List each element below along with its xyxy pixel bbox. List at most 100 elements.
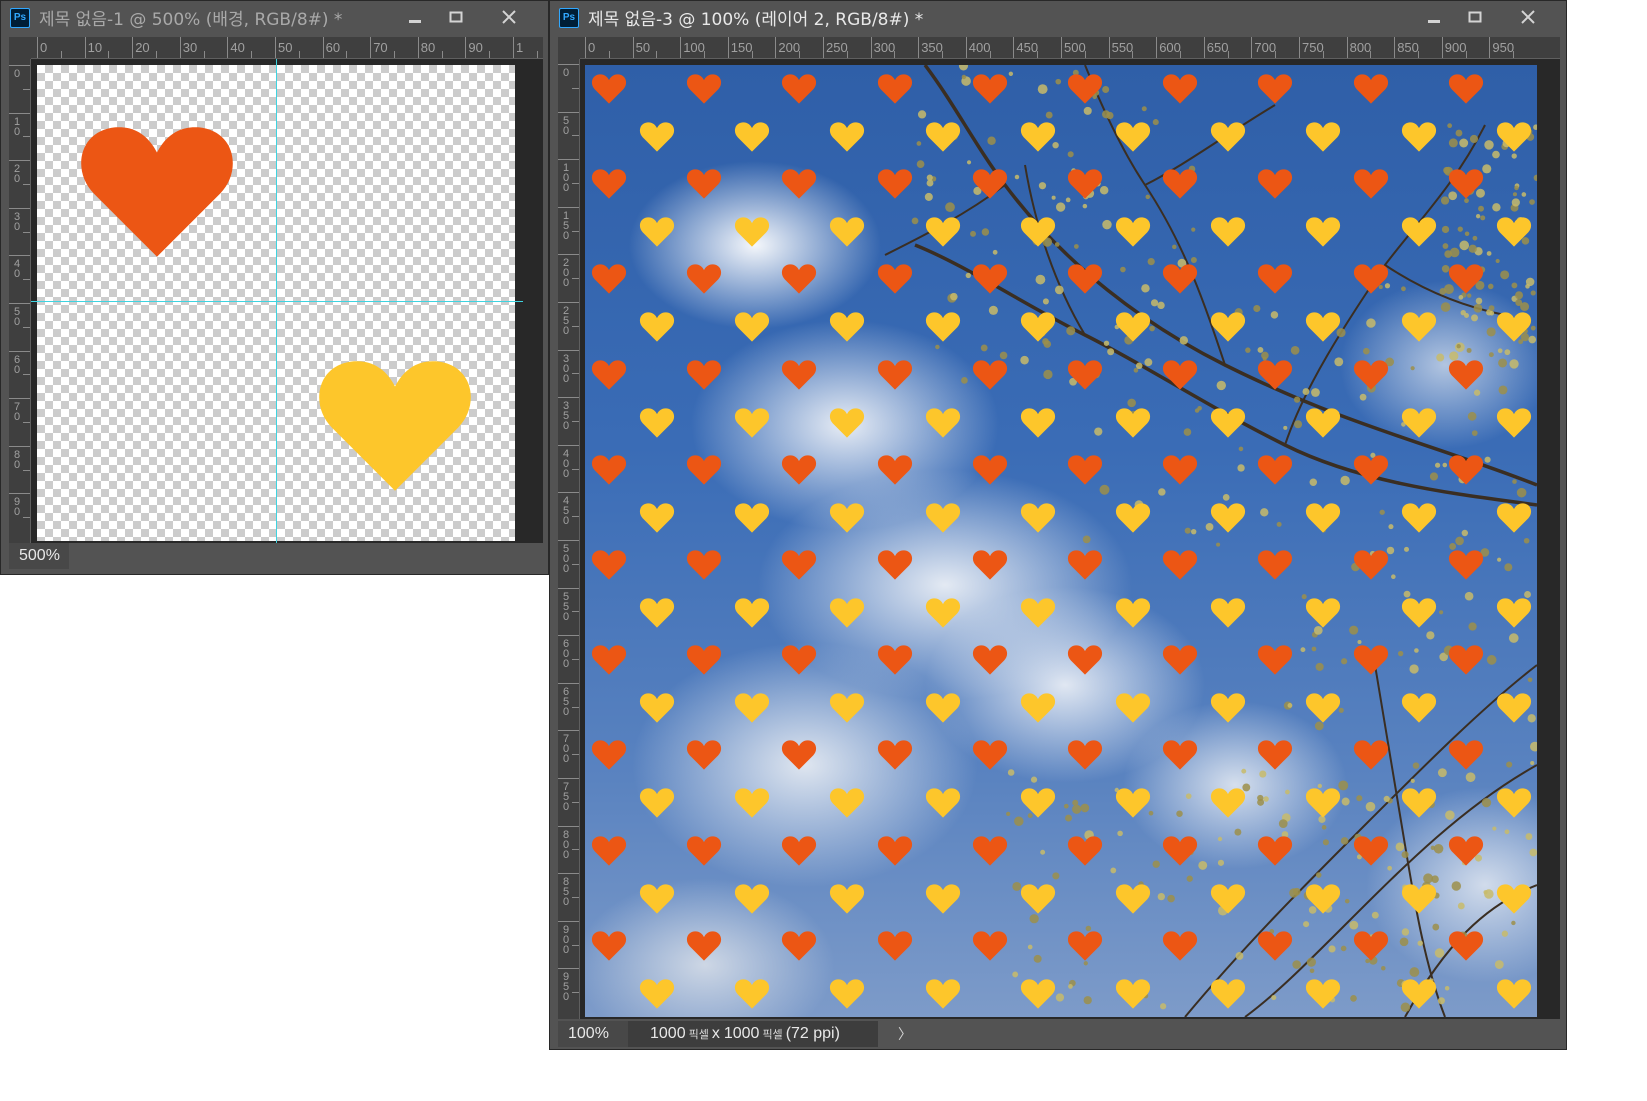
heart-orange-icon <box>687 645 722 675</box>
ruler-tick-label: 80 <box>420 40 436 55</box>
ruler-tick-label: 100 <box>562 162 570 195</box>
heart-yellow-icon <box>1115 122 1151 152</box>
heart-yellow-icon <box>830 598 865 628</box>
sky-branches-photo[interactable] <box>585 65 1537 1017</box>
zoom-level-field[interactable]: 100% <box>558 1021 628 1047</box>
heart-yellow-icon <box>1496 122 1531 152</box>
ruler-major-tick <box>558 873 579 875</box>
ruler-major-tick <box>1394 37 1396 58</box>
ruler-minor-tick <box>1465 51 1467 58</box>
heart-orange-icon <box>1163 455 1198 485</box>
vertical-ruler[interactable]: 0 50 100 150 200 250 300 350 400 450 500 550 600 650 7… <box>558 59 580 1019</box>
ruler-minor-tick <box>23 326 30 328</box>
heart-yellow-icon <box>1306 788 1341 818</box>
heart-yellow-icon <box>639 122 675 152</box>
ruler-major-tick <box>9 255 30 257</box>
ruler-tick-label: 450 <box>1016 40 1039 55</box>
heart-yellow-icon <box>1115 598 1151 628</box>
ruler-tick-label: 600 <box>562 638 570 671</box>
ruler-major-tick <box>775 37 777 58</box>
ruler-tick-label: 500 <box>1064 40 1086 55</box>
vertical-ruler[interactable]: 0 10 20 30 40 50 60 70 80 90 <box>9 59 31 543</box>
ruler-major-tick <box>870 37 872 58</box>
ruler-tick-label: 20 <box>135 40 150 55</box>
heart-yellow-icon <box>1115 312 1151 342</box>
horizontal-ruler[interactable]: 0 50 100 150 200 250 300 350 400 450 500 550 600 650 7… <box>580 37 1560 59</box>
heart-yellow-icon <box>925 122 960 152</box>
heart-yellow-icon <box>925 312 960 342</box>
close-icon[interactable] <box>491 4 527 30</box>
ruler-minor-tick <box>572 278 579 280</box>
ruler-tick-label: 750 <box>1302 40 1324 55</box>
ruler-minor-tick <box>23 469 30 471</box>
heart-yellow-icon <box>1496 979 1531 1009</box>
heart-orange-icon <box>1163 169 1198 199</box>
close-icon[interactable] <box>1510 4 1546 30</box>
ruler-minor-tick <box>572 849 579 851</box>
ruler-tick-label: 40 <box>13 258 21 281</box>
ruler-minor-tick <box>489 51 491 58</box>
window-1-titlebar[interactable]: Ps 제목 없음-1 @ 500% (배경, RGB/8#) * <box>1 1 548 34</box>
ruler-tick-label: 50 <box>13 306 21 328</box>
horizontal-ruler[interactable]: 0 10 20 30 40 50 60 70 80 90 1 <box>31 37 543 59</box>
heart-yellow-icon <box>1306 883 1341 914</box>
heart-pattern-layer <box>585 65 1537 1017</box>
ruler-tick-label: 10 <box>87 40 103 55</box>
heart-yellow-icon <box>925 788 960 818</box>
heart-orange-icon <box>877 455 912 485</box>
heart-yellow-icon <box>1211 788 1246 818</box>
ruler-major-tick <box>1251 37 1253 58</box>
heart-yellow-icon <box>735 788 770 818</box>
heart-orange-icon <box>1353 264 1388 294</box>
ruler-minor-tick <box>894 51 896 58</box>
ruler-tick-label: 900 <box>1444 40 1467 55</box>
horizontal-guide[interactable] <box>31 301 523 302</box>
heart-orange-icon <box>1448 264 1483 294</box>
document-size-info[interactable]: 1000 픽셀 x 1000 픽셀 (72 ppi) <box>628 1021 878 1047</box>
heart-orange-icon <box>1067 74 1103 104</box>
ruler-major-tick <box>1156 37 1158 58</box>
minimize-icon[interactable] <box>1416 4 1452 30</box>
heart-orange-icon <box>782 931 817 961</box>
ruler-major-tick <box>558 587 579 589</box>
ruler-tick-label: 60 <box>13 353 21 376</box>
minimize-icon[interactable] <box>397 4 433 30</box>
ruler-minor-tick <box>572 373 579 375</box>
heart-orange-icon <box>1353 740 1388 770</box>
heart-yellow-icon <box>1401 598 1436 628</box>
heart-orange-icon <box>782 835 817 866</box>
ruler-tick-label: 550 <box>562 590 570 623</box>
heart-yellow-icon <box>830 503 865 533</box>
heart-yellow-icon <box>1115 883 1151 914</box>
heart-yellow-icon <box>1401 788 1436 818</box>
window-2-titlebar[interactable]: Ps 제목 없음-3 @ 100% (레이어 2, RGB/8#) * <box>550 1 1566 34</box>
heart-orange-icon <box>972 359 1007 390</box>
heart-yellow-icon <box>1211 979 1246 1009</box>
heart-yellow-icon <box>1401 503 1436 533</box>
chevron-right-icon[interactable]: 〉 <box>898 1024 912 1044</box>
ruler-minor-tick <box>1227 51 1229 58</box>
ruler-minor-tick <box>1322 51 1324 58</box>
heart-orange-icon <box>782 74 817 104</box>
ruler-minor-tick <box>108 51 110 58</box>
zoom-level-field[interactable]: 500% <box>9 543 69 569</box>
ruler-tick-label: 700 <box>1254 40 1277 55</box>
document-window-1[interactable]: Ps 제목 없음-1 @ 500% (배경, RGB/8#) * 0 10 20 30… <box>0 0 549 575</box>
heart-yellow-icon <box>1496 407 1531 438</box>
ruler-minor-tick <box>1370 51 1372 58</box>
ruler-major-tick <box>632 37 634 58</box>
ruler-tick-label: 750 <box>562 781 570 813</box>
heart-orange-icon <box>972 835 1007 866</box>
maximize-icon[interactable] <box>1457 4 1493 30</box>
heart-yellow-icon <box>1020 122 1055 152</box>
ruler-major-tick <box>558 635 579 637</box>
ruler-tick-label: 800 <box>1349 40 1372 55</box>
ruler-tick-label: 50 <box>635 40 651 55</box>
document-window-2[interactable]: Ps 제목 없음-3 @ 100% (레이어 2, RGB/8#) * 0 50 1… <box>549 0 1567 1050</box>
ruler-minor-tick <box>799 51 801 58</box>
ruler-major-tick <box>9 207 30 209</box>
ruler-minor-tick <box>394 51 395 58</box>
heart-yellow-icon <box>1020 312 1055 342</box>
maximize-icon[interactable] <box>438 4 474 30</box>
ruler-minor-tick <box>572 801 579 803</box>
